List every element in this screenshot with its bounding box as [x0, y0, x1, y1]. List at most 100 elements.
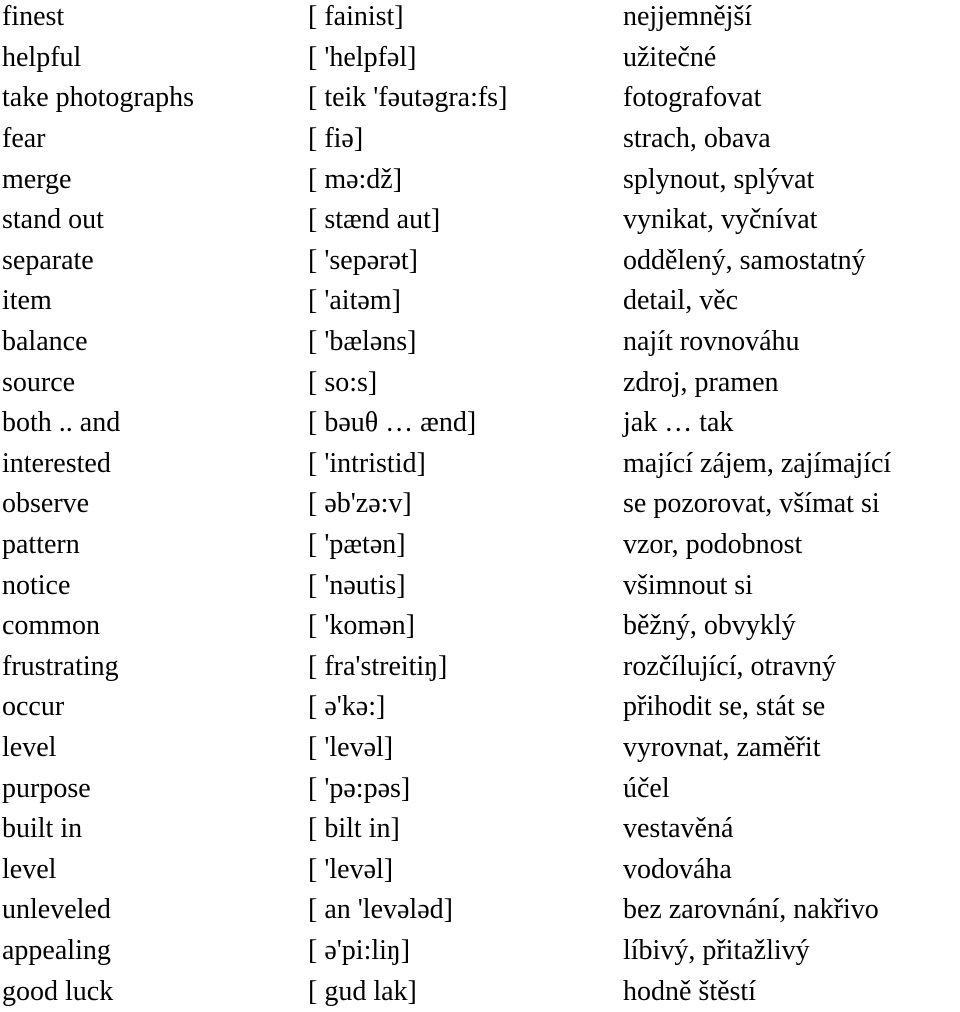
czech-translation: vzor, podobnost — [623, 529, 803, 561]
vocabulary-row: frustrating [ fra'streitiŋ] rozčílující,… — [2, 647, 960, 688]
english-term: balance — [2, 326, 88, 358]
pronunciation: [ 'helpfəl] — [308, 41, 417, 73]
english-term: observe — [2, 488, 90, 520]
czech-translation: přihodit se, stát se — [623, 691, 826, 723]
pronunciation: [ bilt in] — [308, 813, 400, 845]
pronunciation: [ ə'kə:] — [308, 691, 386, 723]
vocabulary-row: built in [ bilt in] vestavěná — [2, 809, 960, 850]
english-term: fear — [2, 123, 46, 155]
vocabulary-row: separate [ 'sepərət] oddělený, samostatn… — [2, 241, 960, 282]
english-term: built in — [2, 813, 83, 845]
vocabulary-row: observe [ əb'zə:v] se pozorovat, všímat … — [2, 484, 960, 525]
czech-translation: se pozorovat, všímat si — [623, 488, 880, 520]
czech-translation: rozčílující, otravný — [623, 650, 837, 682]
czech-translation: fotografovat — [623, 82, 762, 114]
czech-translation: oddělený, samostatný — [623, 244, 866, 276]
vocabulary-row: both .. and [ bəuθ … ænd] jak … tak — [2, 403, 960, 444]
english-term: interested — [2, 447, 111, 479]
pronunciation: [ 'aitəm] — [308, 285, 401, 317]
pronunciation: [ 'levəl] — [308, 853, 394, 885]
vocabulary-row: balance [ 'bæləns] najít rovnováhu — [2, 322, 960, 363]
vocabulary-row: source [ so:s] zdroj, pramen — [2, 362, 960, 403]
vocabulary-row: stand out [ stænd aut] vynikat, vyčnívat — [2, 200, 960, 241]
pronunciation: [ 'pætən] — [308, 529, 406, 561]
vocabulary-row: fear [ fiə] strach, obava — [2, 119, 960, 160]
english-term: both .. and — [2, 407, 121, 439]
vocabulary-row: common [ 'komən] běžný, obvyklý — [2, 606, 960, 647]
czech-translation: užitečné — [623, 41, 717, 73]
pronunciation: [ gud lak] — [308, 975, 417, 1007]
english-term: pattern — [2, 529, 80, 561]
pronunciation: [ bəuθ … ænd] — [308, 407, 477, 439]
czech-translation: strach, obava — [623, 123, 771, 155]
czech-translation: splynout, splývat — [623, 163, 815, 195]
pronunciation: [ 'komən] — [308, 610, 415, 642]
english-term: occur — [2, 691, 65, 723]
pronunciation: [ an 'levələd] — [308, 894, 453, 926]
english-term: take photographs — [2, 82, 195, 114]
vocabulary-row: level [ 'levəl] vodováha — [2, 849, 960, 890]
pronunciation: [ fiə] — [308, 123, 364, 155]
czech-translation: mající zájem, zajímající — [623, 447, 892, 479]
pronunciation: [ 'nəutis] — [308, 569, 406, 601]
pronunciation: [ 'intristid] — [308, 447, 426, 479]
english-term: level — [2, 853, 57, 885]
pronunciation: [ teik 'fəutəgra:fs] — [308, 82, 508, 114]
vocabulary-row: notice [ 'nəutis] všimnout si — [2, 565, 960, 606]
vocabulary-row: interested [ 'intristid] mající zájem, z… — [2, 444, 960, 485]
vocabulary-table: finest [ fainist] nejjemnější helpful [ … — [2, 0, 960, 1012]
vocabulary-row: helpful [ 'helpfəl] užitečné — [2, 38, 960, 79]
vocabulary-row: unleveled [ an 'levələd] bez zarovnání, … — [2, 890, 960, 931]
pronunciation: [ mə:dž] — [308, 163, 403, 195]
vocabulary-row: take photographs [ teik 'fəutəgra:fs] fo… — [2, 78, 960, 119]
vocabulary-row: merge [ mə:dž] splynout, splývat — [2, 159, 960, 200]
pronunciation: [ stænd aut] — [308, 204, 441, 236]
czech-translation: líbivý, přitažlivý — [623, 934, 810, 966]
vocabulary-row: item [ 'aitəm] detail, věc — [2, 281, 960, 322]
czech-translation: účel — [623, 772, 670, 804]
english-term: good luck — [2, 975, 114, 1007]
pronunciation: [ so:s] — [308, 366, 378, 398]
pronunciation: [ fra'streitiŋ] — [308, 650, 448, 682]
pronunciation: [ 'pə:pəs] — [308, 772, 411, 804]
english-term: common — [2, 610, 100, 642]
vocabulary-row: purpose [ 'pə:pəs] účel — [2, 768, 960, 809]
czech-translation: bez zarovnání, nakřivo — [623, 894, 879, 926]
czech-translation: jak … tak — [623, 407, 734, 439]
english-term: separate — [2, 244, 94, 276]
czech-translation: běžný, obvyklý — [623, 610, 796, 642]
czech-translation: vestavěná — [623, 813, 734, 845]
vocabulary-row: pattern [ 'pætən] vzor, podobnost — [2, 525, 960, 566]
vocabulary-row: appealing [ ə'pi:liŋ] líbivý, přitažlivý — [2, 931, 960, 972]
english-term: notice — [2, 569, 71, 601]
english-term: helpful — [2, 41, 82, 73]
czech-translation: hodně štěstí — [623, 975, 756, 1007]
vocabulary-row: level [ 'levəl] vyrovnat, zaměřit — [2, 728, 960, 769]
english-term: unleveled — [2, 894, 111, 926]
english-term: merge — [2, 163, 72, 195]
czech-translation: nejjemnější — [623, 1, 753, 33]
czech-translation: vyrovnat, zaměřit — [623, 731, 821, 763]
vocabulary-row: good luck [ gud lak] hodně štěstí — [2, 971, 960, 1012]
vocabulary-row: occur [ ə'kə:] přihodit se, stát se — [2, 687, 960, 728]
czech-translation: detail, věc — [623, 285, 739, 317]
pronunciation: [ 'bæləns] — [308, 326, 417, 358]
english-term: level — [2, 731, 57, 763]
english-term: frustrating — [2, 650, 119, 682]
english-term: item — [2, 285, 52, 317]
english-term: purpose — [2, 772, 91, 804]
czech-translation: najít rovnováhu — [623, 326, 800, 358]
czech-translation: vodováha — [623, 853, 732, 885]
pronunciation: [ 'sepərət] — [308, 244, 418, 276]
pronunciation: [ fainist] — [308, 1, 404, 33]
pronunciation: [ ə'pi:liŋ] — [308, 934, 411, 966]
english-term: source — [2, 366, 76, 398]
english-term: finest — [2, 1, 65, 33]
pronunciation: [ 'levəl] — [308, 731, 394, 763]
czech-translation: vynikat, vyčnívat — [623, 204, 818, 236]
vocabulary-row: finest [ fainist] nejjemnější — [2, 0, 960, 38]
english-term: appealing — [2, 934, 111, 966]
czech-translation: zdroj, pramen — [623, 366, 779, 398]
english-term: stand out — [2, 204, 104, 236]
pronunciation: [ əb'zə:v] — [308, 488, 412, 520]
